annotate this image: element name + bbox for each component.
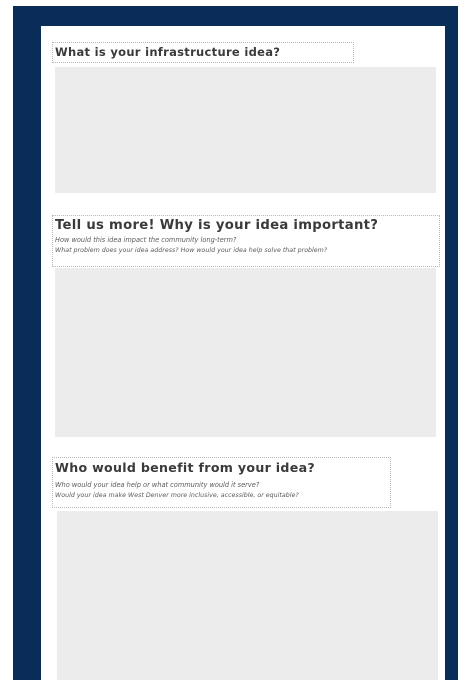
form-page: What is your infrastructure idea? Tell u… — [0, 0, 462, 680]
question-1-title: What is your infrastructure idea? — [55, 45, 281, 59]
navy-border-right — [445, 6, 458, 680]
question-1-answer-area[interactable] — [55, 67, 436, 193]
paper-edge — [441, 26, 445, 680]
question-3-answer-area[interactable] — [57, 511, 438, 680]
navy-border-top — [13, 6, 458, 26]
navy-border-left — [13, 6, 41, 680]
question-3-prompt-1: Who would your idea help or what communi… — [55, 481, 260, 489]
question-2-answer-area[interactable] — [55, 268, 436, 437]
question-2-prompt-1: How would this idea impact the community… — [55, 236, 237, 244]
question-3-title: Who would benefit from your idea? — [55, 460, 315, 475]
question-3-prompt-2: Would your idea make West Denver more in… — [55, 492, 299, 499]
question-2-prompt-2: What problem does your idea address? How… — [55, 247, 328, 254]
question-2-title: Tell us more! Why is your idea important… — [55, 218, 379, 233]
